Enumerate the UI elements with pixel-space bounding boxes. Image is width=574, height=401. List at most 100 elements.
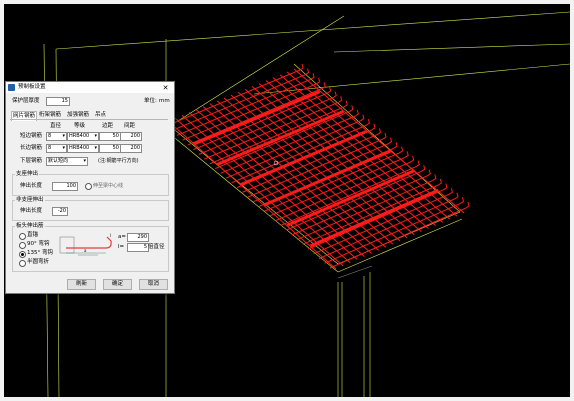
- cover-input[interactable]: 15: [46, 97, 70, 106]
- long-spacing-input[interactable]: 200: [120, 144, 142, 153]
- support-group-title: 支座伸出: [15, 171, 40, 177]
- l-input[interactable]: 5: [127, 243, 149, 252]
- short-edge-input[interactable]: 50: [99, 132, 121, 141]
- long-dia-select[interactable]: 8 ▾: [46, 144, 67, 153]
- tab-divider: [10, 119, 168, 120]
- rebar-hook: [449, 188, 453, 195]
- rebar-hook: [443, 183, 448, 191]
- chevron-down-icon: ▾: [83, 158, 86, 164]
- short-spacing-input[interactable]: 200: [120, 132, 142, 141]
- l-unit: 倍直径: [148, 244, 165, 250]
- rebar-hook: [316, 77, 321, 85]
- rebar-hook: [343, 100, 348, 108]
- col-grade: 等级: [74, 123, 86, 129]
- column-outline: [337, 265, 373, 279]
- rebar-hook: [465, 201, 470, 209]
- radio-semicircle[interactable]: [19, 260, 26, 267]
- cancel-button[interactable]: 取消: [139, 279, 168, 290]
- rebar-hook: [393, 142, 398, 149]
- rebar-hook: [382, 132, 387, 140]
- diagram-a-label: a: [84, 248, 87, 253]
- rebar-line: [198, 97, 334, 155]
- rebar-hook: [371, 123, 376, 131]
- cover-label: 保护层厚度: [12, 98, 40, 104]
- tab-truss[interactable]: 桁架钢筋: [38, 111, 62, 119]
- beam-center-checkbox[interactable]: [85, 183, 92, 190]
- option-hook135: 135° 弯钩: [27, 250, 53, 256]
- lower-note: (注:钢筋平行方向): [98, 158, 139, 164]
- non-support-group-title: 非支座伸出: [15, 197, 45, 203]
- rebar-hook: [399, 146, 404, 154]
- non-support-ext-input[interactable]: -20: [52, 207, 68, 216]
- rebar-hook: [432, 174, 437, 181]
- rebar-line: [193, 92, 328, 151]
- rebar-hook: [377, 128, 382, 135]
- chevron-down-icon: ▾: [62, 133, 65, 139]
- rebar-line: [165, 69, 301, 127]
- rebar-hook: [355, 109, 359, 117]
- rebar-hook: [421, 165, 426, 172]
- end-bar-group-title: 板头伸出筋: [15, 223, 45, 229]
- rebar-hook: [360, 114, 365, 122]
- l-label: l=: [118, 244, 125, 250]
- unit-value: mm: [159, 98, 170, 104]
- chevron-down-icon: ▾: [94, 133, 97, 139]
- rebar-hook: [426, 169, 431, 177]
- rebar-hook: [404, 151, 409, 158]
- refresh-button[interactable]: 刷新: [67, 279, 96, 290]
- rebar-hook: [460, 197, 465, 204]
- app-icon: [8, 84, 15, 91]
- rebar-hook: [438, 178, 442, 186]
- rebar-line: [187, 87, 323, 146]
- short-grade-select[interactable]: HRB400 ▾: [67, 132, 99, 141]
- short-bar-label: 短边钢筋: [20, 133, 43, 139]
- lower-bar-label: 下层钢筋: [20, 158, 43, 164]
- radio-hook135[interactable]: [19, 251, 26, 258]
- close-icon[interactable]: ✕: [161, 84, 170, 92]
- diagram-l-label: l: [110, 233, 111, 238]
- rebar-line: [176, 78, 312, 136]
- rebar-hook: [410, 155, 415, 163]
- rebar-hook: [310, 73, 315, 80]
- rebar-hook: [454, 192, 459, 200]
- chevron-down-icon: ▾: [94, 145, 97, 151]
- a-input[interactable]: 290: [127, 233, 149, 242]
- cad-viewport[interactable]: 预制板设置 ✕ 保护层厚度 15 单位: mm 网片钢筋 桁架钢筋 加强钢筋 吊…: [4, 4, 570, 397]
- col-edge: 边距: [102, 123, 114, 129]
- unit-label: 单位:: [144, 98, 157, 104]
- col-spacing: 间距: [124, 123, 136, 129]
- radio-hook90[interactable]: [19, 242, 26, 249]
- beam-center-label: 伸至梁中心线: [93, 183, 124, 189]
- dialog-title: 预制板设置: [18, 84, 46, 90]
- support-ext-input[interactable]: 100: [52, 182, 78, 191]
- rebar-hook: [349, 105, 354, 112]
- short-dia-select[interactable]: 8 ▾: [46, 132, 67, 141]
- rebar-hook: [388, 137, 393, 145]
- rebar-hook: [332, 91, 337, 99]
- chevron-down-icon: ▾: [62, 145, 65, 151]
- long-grade-select[interactable]: HRB400 ▾: [67, 144, 99, 153]
- long-edge-input[interactable]: 50: [99, 144, 121, 153]
- lower-bar-select[interactable]: 默认短向 ▾: [46, 157, 88, 166]
- ok-button[interactable]: 确定: [103, 279, 132, 290]
- hook-diagram: a l: [59, 233, 112, 256]
- option-straight: 直锚: [27, 232, 39, 238]
- rebar-hook: [366, 119, 370, 126]
- radio-straight[interactable]: [19, 233, 26, 240]
- a-label: a=: [118, 234, 126, 240]
- rebar-hook: [305, 68, 310, 76]
- support-ext-label: 伸出长度: [20, 183, 43, 189]
- non-support-ext-label: 伸出长度: [20, 208, 43, 214]
- tab-reinforce[interactable]: 加强钢筋: [66, 111, 90, 119]
- rebar-hook: [338, 96, 343, 103]
- option-semicircle: 半圆弯折: [27, 259, 50, 265]
- rebar-hook: [415, 160, 420, 168]
- dialog-titlebar: 预制板设置 ✕: [6, 82, 174, 93]
- rebar-hook: [299, 63, 304, 71]
- rebar-mesh: [165, 63, 470, 270]
- long-bar-label: 长边钢筋: [20, 145, 43, 151]
- rebar-hook: [327, 86, 332, 94]
- col-dia: 直径: [50, 123, 62, 129]
- precast-slab-dialog: 预制板设置 ✕ 保护层厚度 15 单位: mm 网片钢筋 桁架钢筋 加强钢筋 吊…: [5, 81, 175, 294]
- tab-lifting[interactable]: 吊点: [94, 111, 107, 119]
